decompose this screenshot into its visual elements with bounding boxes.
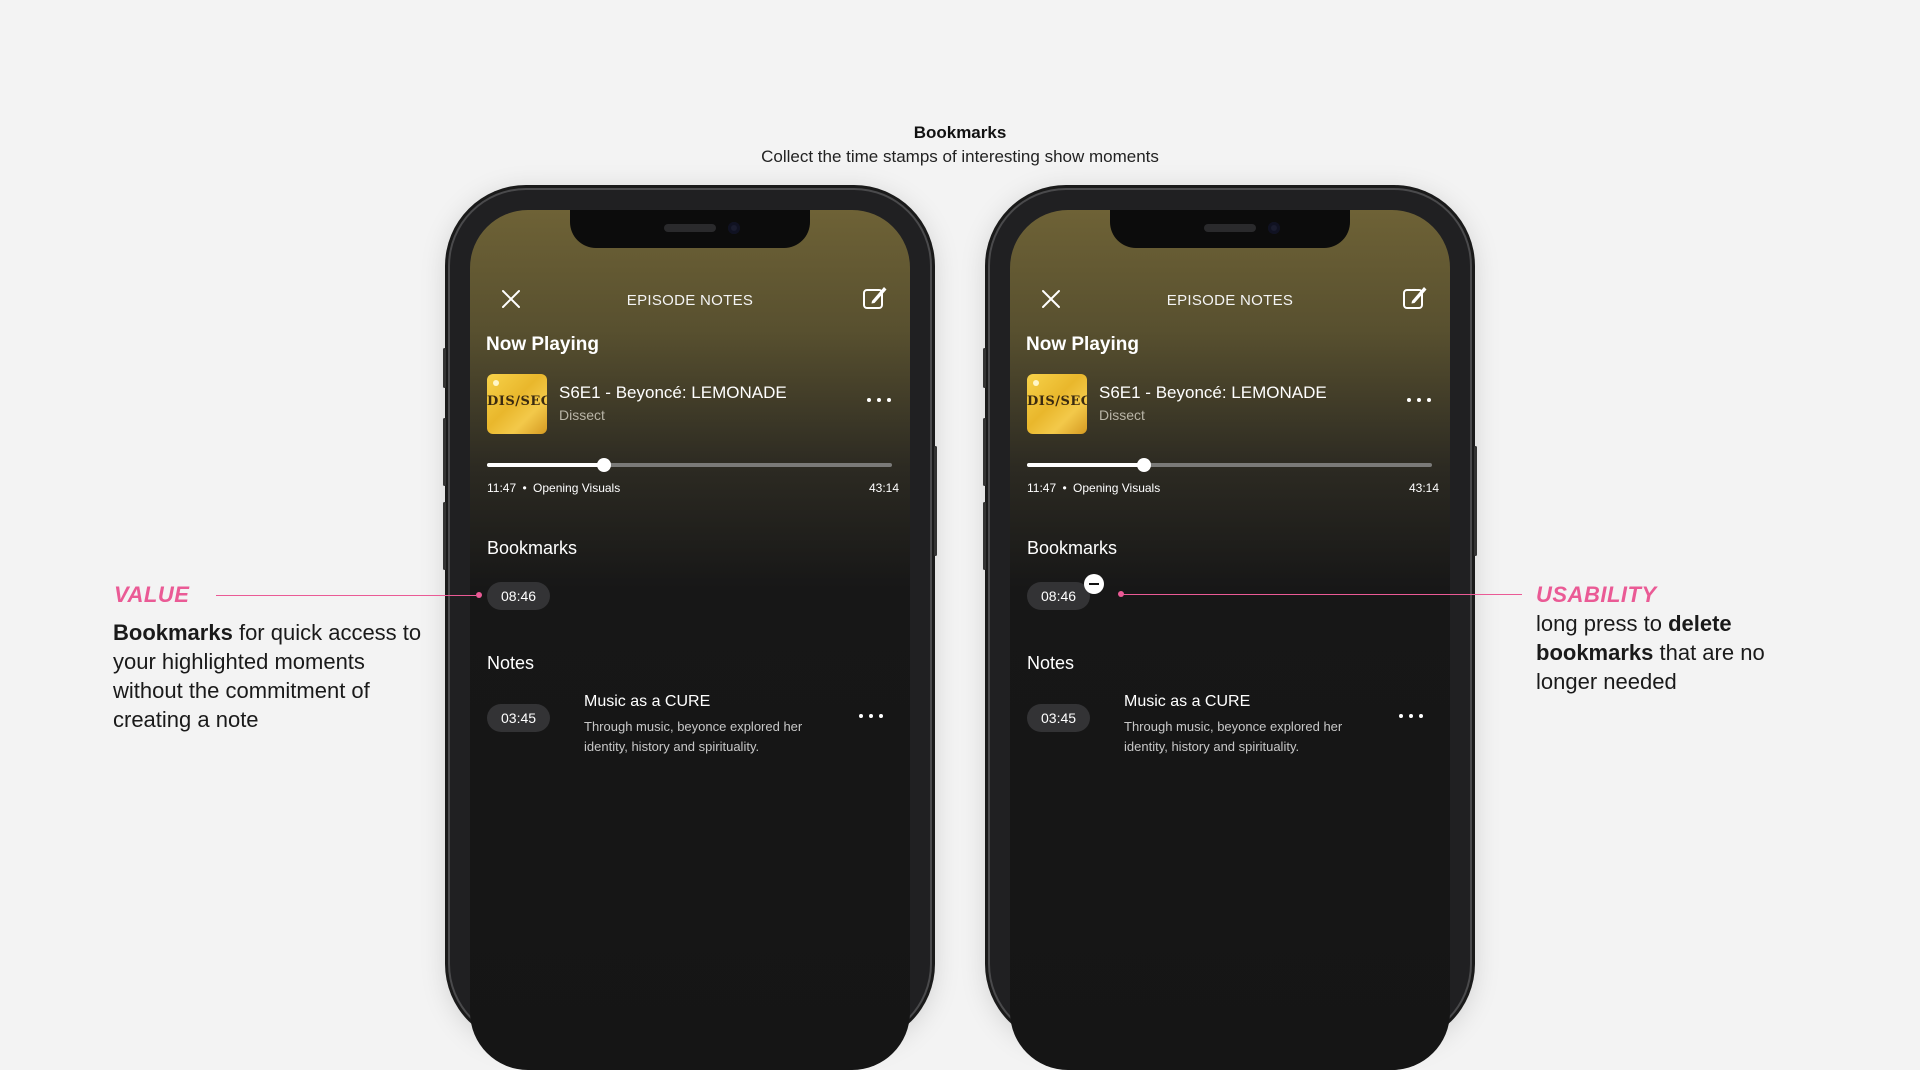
value-connector-dot [476,592,482,598]
phone-left: EPISODE NOTES Now Playing DIS/SECT S6E1 … [443,190,937,1070]
time-separator: • [1062,481,1067,495]
bookmark-chip[interactable]: 08:46 [1027,582,1091,610]
usability-label: USABILITY [1536,582,1657,607]
duration: 43:14 [1408,481,1439,495]
show-name: Dissect [559,407,605,423]
time-separator: • [522,481,527,495]
value-connector [216,595,476,596]
usability-connector [1122,594,1522,595]
chapter-name: Opening Visuals [533,481,621,495]
note-more-icon[interactable] [856,704,886,728]
note-time-chip[interactable]: 03:45 [487,704,551,732]
screen-title: EPISODE NOTES [1166,292,1294,309]
usability-pre: long press to [1536,611,1669,636]
edit-note-icon[interactable] [862,284,888,310]
screen-left: EPISODE NOTES Now Playing DIS/SECT S6E1 … [470,210,910,1070]
progress-handle[interactable] [596,458,611,472]
progress-slider[interactable] [1027,458,1432,472]
progress-fill [1027,463,1144,467]
current-time: 11:47 [487,481,517,495]
usability-description: long press to delete bookmarks that are … [1536,609,1796,696]
screen-right: EPISODE NOTES Now Playing DIS/SECT S6E1 … [1010,210,1450,1070]
bookmark-chip[interactable]: 08:46 [487,582,551,610]
now-playing-heading: Now Playing [486,334,599,355]
progress-handle[interactable] [1136,458,1151,472]
edit-note-icon[interactable] [1402,284,1428,310]
screen-title: EPISODE NOTES [626,292,754,309]
playback-position: 11:47 • Opening Visuals [1027,481,1160,495]
progress-fill [487,463,604,467]
page-title: Bookmarks [913,123,1007,142]
usability-connector-dot [1118,591,1124,597]
note-more-icon[interactable] [1396,704,1426,728]
notch [1110,210,1350,248]
note-body: Through music, beyonce explored her iden… [584,719,803,754]
note-body: Through music, beyonce explored her iden… [1124,719,1343,754]
episode-artwork[interactable]: DIS/SECT [487,374,547,434]
value-bold: Bookmarks [113,620,233,645]
notes-heading: Notes [1027,653,1075,673]
notes-heading: Notes [487,653,535,673]
page-subtitle: Collect the time stamps of interesting s… [761,147,1159,166]
note-title[interactable]: Music as a CURE [1124,693,1250,711]
page-header: Bookmarks Collect the time stamps of int… [0,123,1920,167]
show-name: Dissect [1099,407,1145,423]
notch [570,210,810,248]
remove-icon[interactable] [1084,574,1104,594]
artwork-logo: DIS/SECT [1027,394,1087,409]
episode-more-icon[interactable] [864,388,894,412]
episode-more-icon[interactable] [1404,388,1434,412]
note-title[interactable]: Music as a CURE [584,693,710,711]
bookmarks-heading: Bookmarks [487,538,578,558]
chapter-name: Opening Visuals [1073,481,1161,495]
value-label: VALUE [114,582,190,607]
episode-title: S6E1 - Beyoncé: LEMONADE [1099,383,1327,402]
episode-title: S6E1 - Beyoncé: LEMONADE [559,383,787,402]
playback-position: 11:47 • Opening Visuals [487,481,620,495]
now-playing-heading: Now Playing [1026,334,1139,355]
value-description: Bookmarks for quick access to your highl… [113,618,423,734]
current-time: 11:47 [1027,481,1057,495]
phone-right: EPISODE NOTES Now Playing DIS/SECT S6E1 … [983,190,1477,1070]
artwork-logo: DIS/SECT [487,394,547,409]
progress-slider[interactable] [487,458,892,472]
episode-artwork[interactable]: DIS/SECT [1027,374,1087,434]
bookmarks-heading: Bookmarks [1027,538,1118,558]
note-time-chip[interactable]: 03:45 [1027,704,1091,732]
duration: 43:14 [868,481,899,495]
